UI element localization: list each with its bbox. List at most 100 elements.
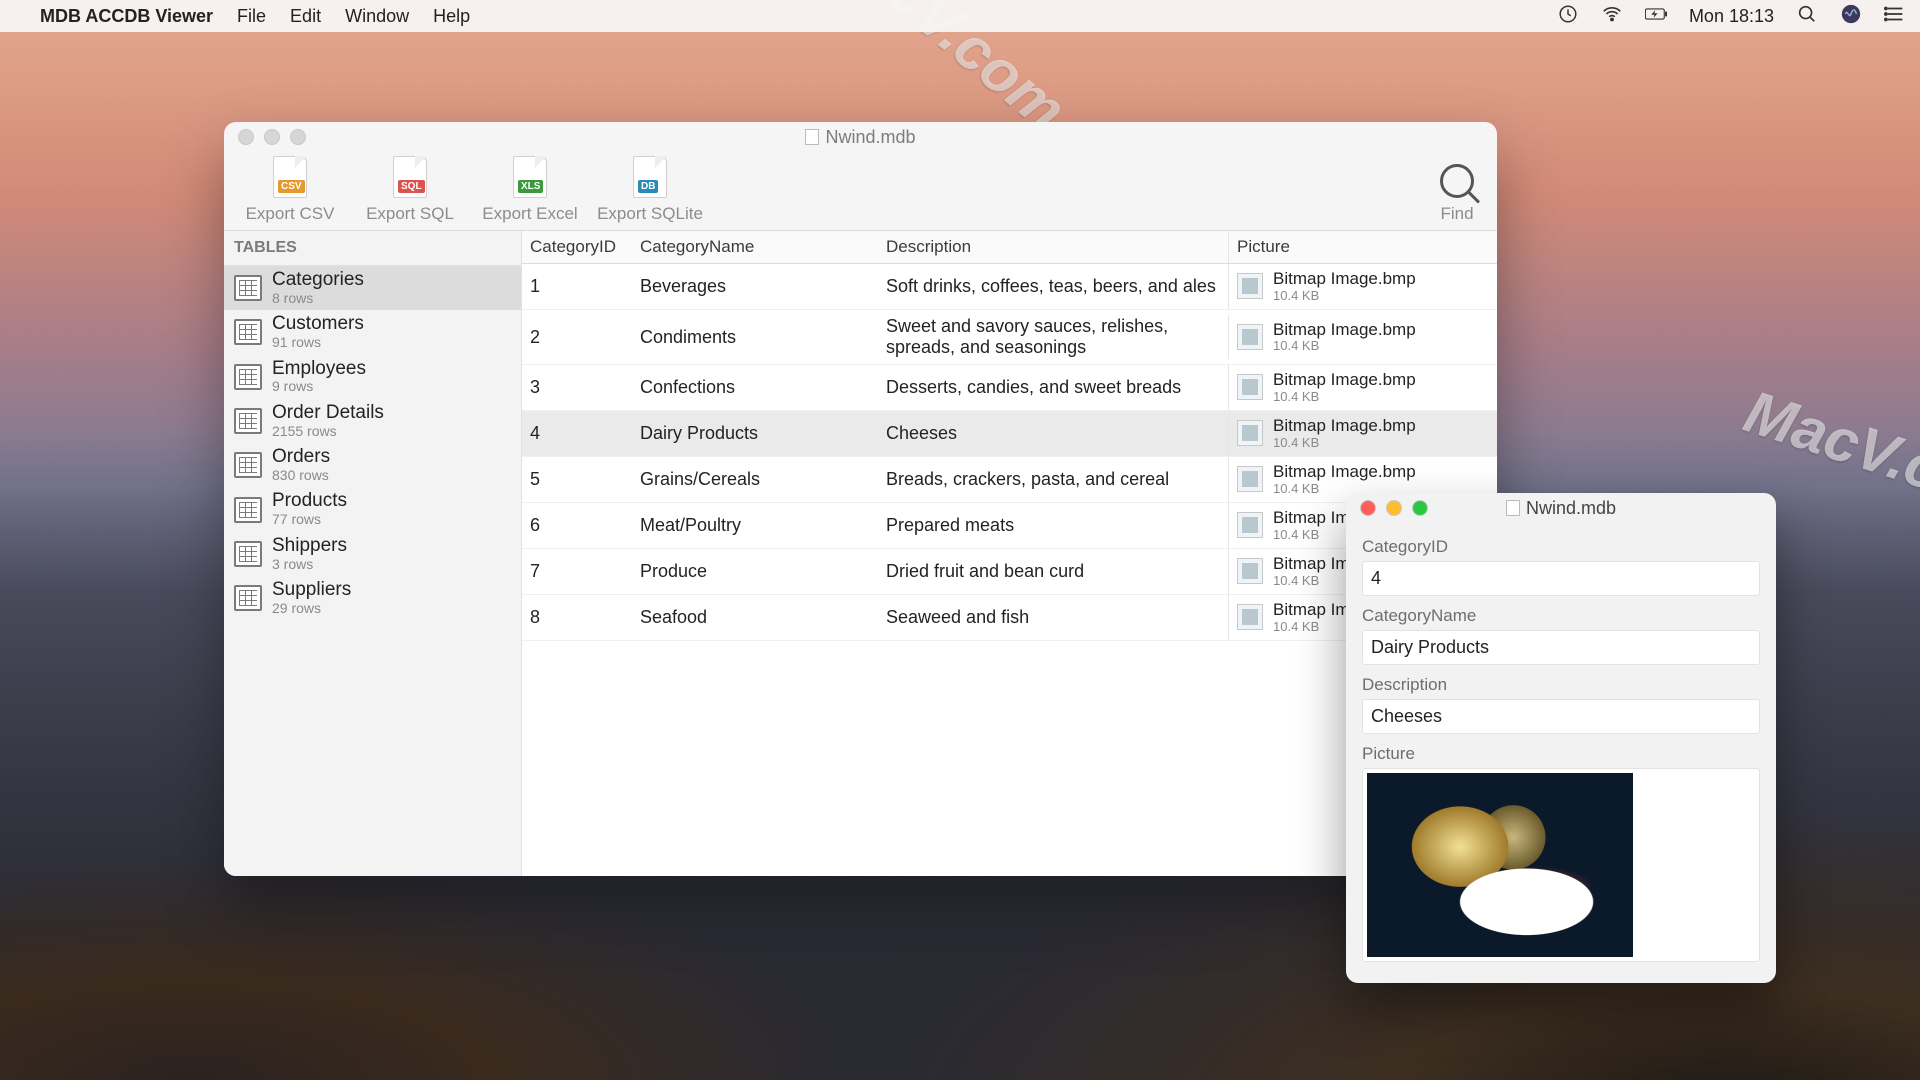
- cell-description: Seaweed and fish: [878, 601, 1228, 634]
- battery-icon[interactable]: [1645, 3, 1667, 30]
- menu-window[interactable]: Window: [345, 6, 409, 27]
- cell-picture[interactable]: Bitmap Image.bmp10.4 KB: [1228, 365, 1497, 410]
- sidebar-item-rowcount: 2155 rows: [272, 424, 384, 439]
- cell-description: Breads, crackers, pasta, and cereal: [878, 463, 1228, 496]
- image-icon: [1237, 466, 1263, 492]
- image-icon: [1237, 374, 1263, 400]
- cell-name: Dairy Products: [632, 417, 878, 450]
- sidebar-item-rowcount: 8 rows: [272, 291, 364, 306]
- table-icon: [234, 364, 262, 390]
- table-row[interactable]: 4Dairy ProductsCheesesBitmap Image.bmp10…: [522, 411, 1497, 457]
- sidebar-item-order-details[interactable]: Order Details2155 rows: [224, 399, 521, 443]
- toolbar-label: Export Excel: [482, 204, 577, 224]
- cell-picture[interactable]: Bitmap Image.bmp10.4 KB: [1228, 264, 1497, 309]
- toolbar-label: Export CSV: [246, 204, 335, 224]
- sidebar-item-customers[interactable]: Customers91 rows: [224, 310, 521, 354]
- image-icon: [1237, 324, 1263, 350]
- sidebar-item-rowcount: 9 rows: [272, 379, 366, 394]
- table-row[interactable]: 2CondimentsSweet and savory sauces, reli…: [522, 310, 1497, 365]
- export-sqlite-button[interactable]: DB Export SQLite: [594, 156, 706, 224]
- sidebar-item-label: Shippers: [272, 536, 347, 557]
- sidebar-item-label: Order Details: [272, 403, 384, 424]
- field-value-id[interactable]: 4: [1362, 561, 1760, 596]
- cell-picture[interactable]: Bitmap Image.bmp10.4 KB: [1228, 315, 1497, 360]
- search-icon: [1440, 164, 1474, 198]
- detail-window: Nwind.mdb CategoryID 4 CategoryName Dair…: [1346, 493, 1776, 983]
- cell-id: 8: [522, 601, 632, 634]
- cell-description: Dried fruit and bean curd: [878, 555, 1228, 588]
- image-icon: [1237, 420, 1263, 446]
- app-name[interactable]: MDB ACCDB Viewer: [40, 6, 213, 27]
- export-sql-button[interactable]: SQL Export SQL: [354, 156, 466, 224]
- export-csv-button[interactable]: CSV Export CSV: [234, 156, 346, 224]
- menubar-clock[interactable]: Mon 18:13: [1689, 6, 1774, 27]
- main-window: Nwind.mdb CSV Export CSV SQL Export SQL …: [224, 122, 1497, 876]
- sidebar-item-suppliers[interactable]: Suppliers29 rows: [224, 576, 521, 620]
- field-value-desc[interactable]: Cheeses: [1362, 699, 1760, 734]
- cell-name: Grains/Cereals: [632, 463, 878, 496]
- titlebar[interactable]: Nwind.mdb: [1346, 493, 1776, 523]
- table-row[interactable]: 1BeveragesSoft drinks, coffees, teas, be…: [522, 264, 1497, 310]
- export-excel-button[interactable]: XLS Export Excel: [474, 156, 586, 224]
- column-header-picture[interactable]: Picture: [1228, 231, 1497, 263]
- find-button[interactable]: Find: [1427, 164, 1487, 224]
- cell-description: Cheeses: [878, 417, 1228, 450]
- image-icon: [1237, 273, 1263, 299]
- window-title: Nwind.mdb: [1346, 498, 1776, 519]
- cell-id: 2: [522, 321, 632, 354]
- table-icon: [234, 452, 262, 478]
- sidebar-item-categories[interactable]: Categories8 rows: [224, 266, 521, 310]
- toolbar-label: Export SQL: [366, 204, 454, 224]
- grid-header: CategoryID CategoryName Description Pict…: [522, 231, 1497, 264]
- toolbar-label: Export SQLite: [597, 204, 703, 224]
- sidebar-item-label: Suppliers: [272, 580, 351, 601]
- wifi-icon[interactable]: [1601, 3, 1623, 30]
- sidebar-item-employees[interactable]: Employees9 rows: [224, 355, 521, 399]
- sidebar-item-rowcount: 3 rows: [272, 557, 347, 572]
- field-value-picture[interactable]: [1362, 768, 1760, 962]
- table-icon: [234, 408, 262, 434]
- column-header-name[interactable]: CategoryName: [632, 231, 878, 263]
- cell-name: Produce: [632, 555, 878, 588]
- cell-name: Seafood: [632, 601, 878, 634]
- cell-id: 7: [522, 555, 632, 588]
- table-icon: [234, 497, 262, 523]
- cell-description: Sweet and savory sauces, relishes, sprea…: [878, 310, 1228, 364]
- field-value-name[interactable]: Dairy Products: [1362, 630, 1760, 665]
- picture-filename: Bitmap Image.bmp: [1273, 417, 1416, 436]
- notification-center-icon[interactable]: [1884, 3, 1906, 30]
- cell-name: Beverages: [632, 270, 878, 303]
- cell-description: Soft drinks, coffees, teas, beers, and a…: [878, 270, 1228, 303]
- column-header-id[interactable]: CategoryID: [522, 231, 632, 263]
- cell-id: 3: [522, 371, 632, 404]
- document-icon: [1506, 500, 1520, 516]
- field-label-desc: Description: [1362, 675, 1760, 695]
- table-row[interactable]: 3ConfectionsDesserts, candies, and sweet…: [522, 365, 1497, 411]
- menu-help[interactable]: Help: [433, 6, 470, 27]
- sidebar-item-orders[interactable]: Orders830 rows: [224, 443, 521, 487]
- toolbar: CSV Export CSV SQL Export SQL XLS Export…: [224, 152, 1497, 230]
- menu-file[interactable]: File: [237, 6, 266, 27]
- sidebar-item-label: Customers: [272, 314, 364, 335]
- cell-id: 1: [522, 270, 632, 303]
- titlebar[interactable]: Nwind.mdb: [224, 122, 1497, 152]
- menu-edit[interactable]: Edit: [290, 6, 321, 27]
- time-machine-icon[interactable]: [1557, 3, 1579, 30]
- column-header-description[interactable]: Description: [878, 231, 1228, 263]
- picture-filename: Bitmap Image.bmp: [1273, 463, 1416, 482]
- sidebar-item-products[interactable]: Products77 rows: [224, 487, 521, 531]
- window-title: Nwind.mdb: [224, 127, 1497, 148]
- cell-name: Confections: [632, 371, 878, 404]
- table-icon: [234, 319, 262, 345]
- image-icon: [1237, 558, 1263, 584]
- spotlight-icon[interactable]: [1796, 3, 1818, 30]
- siri-icon[interactable]: [1840, 3, 1862, 30]
- sidebar-item-shippers[interactable]: Shippers3 rows: [224, 532, 521, 576]
- field-label-picture: Picture: [1362, 744, 1760, 764]
- picture-filename: Bitmap Image.bmp: [1273, 371, 1416, 390]
- image-icon: [1237, 512, 1263, 538]
- cell-id: 5: [522, 463, 632, 496]
- picture-filename: Bitmap Image.bmp: [1273, 321, 1416, 340]
- cell-picture[interactable]: Bitmap Image.bmp10.4 KB: [1228, 411, 1497, 456]
- sidebar-item-label: Categories: [272, 270, 364, 291]
